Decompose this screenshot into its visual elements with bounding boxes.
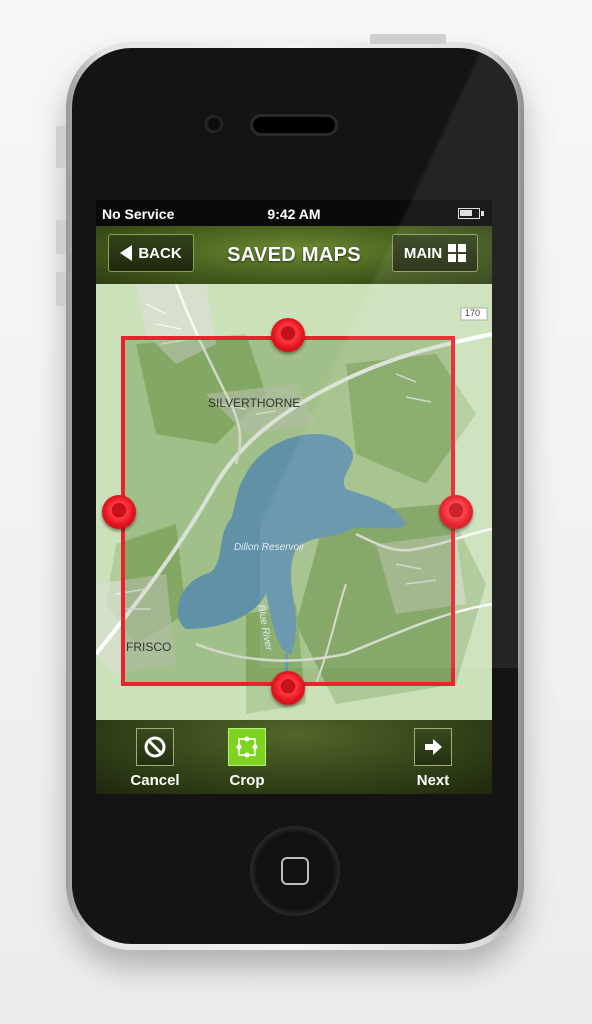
next-button[interactable]: Next xyxy=(398,728,468,789)
crop-handle-right[interactable] xyxy=(439,495,473,529)
arrow-right-icon xyxy=(414,728,452,766)
home-button[interactable] xyxy=(250,826,340,916)
page-title: SAVED MAPS xyxy=(227,244,361,266)
town-label-silverthorne: SILVERTHORNE xyxy=(208,396,301,410)
crop-handle-left[interactable] xyxy=(102,495,136,529)
screen: No Service 9:42 AM BACK SAVED MAPS MAIN xyxy=(96,200,492,794)
status-bar: No Service 9:42 AM xyxy=(96,200,492,226)
back-arrow-icon xyxy=(120,245,133,261)
bottom-toolbar: Cancel Crop Next xyxy=(96,720,492,794)
main-button[interactable]: MAIN xyxy=(392,234,478,272)
map-view[interactable]: 170 SILVERTHORNE Dillon Reservoir Blue R… xyxy=(96,284,492,720)
next-label: Next xyxy=(416,772,450,789)
volume-up-button xyxy=(56,220,66,254)
back-button[interactable]: BACK xyxy=(108,234,194,272)
reservoir-label: Dillon Reservoir xyxy=(234,542,305,553)
navigation-bar: BACK SAVED MAPS MAIN xyxy=(96,226,492,286)
clock-text: 9:42 AM xyxy=(267,206,321,222)
cancel-button[interactable]: Cancel xyxy=(120,728,190,789)
crop-button[interactable]: Crop xyxy=(212,728,282,789)
main-button-label: MAIN xyxy=(403,244,443,262)
crop-handle-bottom[interactable] xyxy=(271,671,305,705)
crop-icon xyxy=(228,728,266,766)
power-button xyxy=(370,34,446,44)
highway-shield-label: 170 xyxy=(465,308,481,318)
cancel-icon xyxy=(136,728,174,766)
home-square-icon xyxy=(281,857,309,885)
front-camera xyxy=(204,114,224,134)
cancel-label: Cancel xyxy=(130,772,180,789)
volume-switch xyxy=(56,126,66,168)
battery-icon xyxy=(458,208,484,219)
grid-icon xyxy=(448,244,467,262)
earpiece-speaker xyxy=(250,114,338,136)
crop-handle-top[interactable] xyxy=(271,318,305,352)
back-button-label: BACK xyxy=(138,244,182,262)
crop-label: Crop xyxy=(229,772,265,789)
town-label-frisco: FRISCO xyxy=(126,640,172,654)
volume-down-button xyxy=(56,272,66,306)
